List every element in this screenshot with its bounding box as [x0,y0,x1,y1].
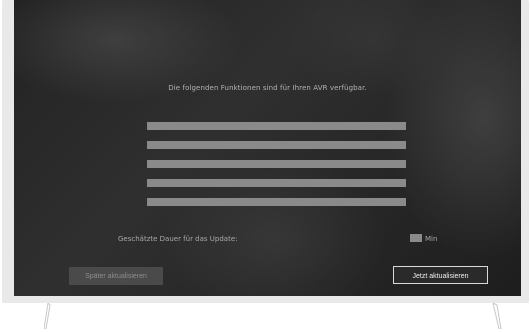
update-dialog: Die folgenden Funktionen sind für Ihren … [14,0,521,296]
duration-value-placeholder [410,234,422,242]
feature-placeholder-bar [147,122,406,130]
tv-screen: Die folgenden Funktionen sind für Ihren … [14,0,521,296]
tv-stand-left-icon [44,303,51,329]
feature-placeholder-bar [147,160,406,168]
update-later-button[interactable]: Später aktualisieren [69,267,163,285]
estimated-duration-label: Geschätzte Dauer für das Update: [118,235,238,243]
feature-availability-message: Die folgenden Funktionen sind für Ihren … [168,84,367,92]
tv-frame: Die folgenden Funktionen sind für Ihren … [2,0,529,303]
feature-list [147,122,406,217]
feature-placeholder-bar [147,179,406,187]
duration-unit-label: Min [425,235,438,243]
tv-stand-right-icon [492,303,502,329]
feature-placeholder-bar [147,141,406,149]
update-now-button[interactable]: Jetzt aktualisieren [393,266,488,284]
feature-placeholder-bar [147,198,406,206]
tv-illustration: Die folgenden Funktionen sind für Ihren … [0,0,531,332]
